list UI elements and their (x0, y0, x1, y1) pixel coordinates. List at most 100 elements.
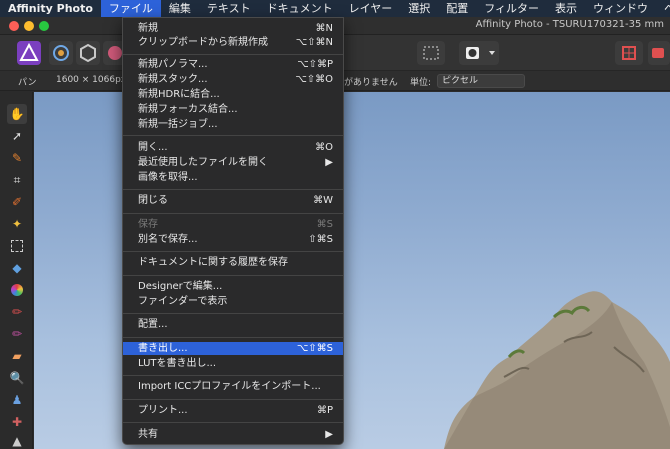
menu-text[interactable]: テキスト (199, 0, 259, 17)
menu-item-label: 画像を取得... (138, 172, 198, 183)
menu-item-new-stack[interactable]: 新規スタック... ⌥⇧⌘O (123, 73, 343, 86)
marquee-toolbar-button[interactable] (417, 41, 445, 65)
menu-separator (123, 313, 343, 314)
assistant-button[interactable] (648, 41, 670, 65)
menu-item-new-focus-merge[interactable]: 新規フォーカス結合... (123, 103, 343, 116)
window-title: Affinity Photo - TSURU170321-35 mm (475, 19, 664, 30)
menu-separator (123, 422, 343, 423)
menu-item-close[interactable]: 閉じる ⌘W (123, 194, 343, 207)
menu-help[interactable]: ヘルプ (656, 0, 670, 17)
file-menu-dropdown: 新規 ⌘N クリップボードから新規作成 ⌥⇧⌘N 新規パノラマ... ⌥⇧⌘P 新規ス… (122, 17, 344, 445)
menu-item-shortcut: ⌥⇧⌘P (297, 59, 333, 70)
quick-mask-button[interactable] (459, 41, 499, 65)
eraser-tool[interactable]: ▰ (9, 348, 25, 364)
menu-item-shortcut: ⌥⇧⌘N (295, 37, 333, 48)
menu-item-new-panorama[interactable]: 新規パノラマ... ⌥⇧⌘P (123, 58, 343, 71)
menu-item-shortcut: ⌘S (316, 219, 333, 230)
gradient-icon (11, 284, 23, 296)
submenu-arrow-icon: ▶ (325, 429, 333, 440)
liquify-persona-button[interactable] (49, 41, 73, 65)
menu-item-share[interactable]: 共有 ▶ (123, 428, 343, 441)
menu-window[interactable]: ウィンドウ (585, 0, 656, 17)
menu-item-save-as[interactable]: 別名で保存... ⇧⌘S (123, 233, 343, 246)
menu-item-shortcut: ⌘W (313, 195, 333, 206)
color-picker-icon: ✎ (11, 151, 23, 165)
menu-item-shortcut: ⌥⇧⌘O (295, 74, 333, 85)
menu-item-print[interactable]: プリント... ⌘P (123, 404, 343, 417)
submenu-arrow-icon: ▶ (325, 157, 333, 168)
menu-item-show-in-finder[interactable]: ファインダーで表示 (123, 295, 343, 308)
gradient-tool[interactable] (9, 282, 25, 298)
menu-item-new-batch-job[interactable]: 新規一括ジョブ... (123, 118, 343, 131)
menu-item-open-recent[interactable]: 最近使用したファイルを開く ▶ (123, 156, 343, 169)
menu-layer[interactable]: レイヤー (341, 0, 401, 17)
healing-tool[interactable]: ✚ (9, 414, 25, 430)
menu-item-label: 新規一括ジョブ... (138, 119, 218, 130)
menu-item-new[interactable]: 新規 ⌘N (123, 22, 343, 35)
snapping-button[interactable] (615, 41, 643, 65)
marquee-tool-icon (11, 240, 23, 252)
menu-select[interactable]: 選択 (400, 0, 438, 17)
menu-item-open[interactable]: 開く... ⌘O (123, 141, 343, 154)
menu-item-acquire-image[interactable]: 画像を取得... (123, 171, 343, 184)
menu-item-label: 書き出し... (138, 343, 188, 354)
menu-item-label: ファインダーで表示 (138, 296, 228, 307)
menu-item-new-from-clipboard[interactable]: クリップボードから新規作成 ⌥⇧⌘N (123, 36, 343, 49)
menu-item-export[interactable]: 書き出し... ⌥⇧⌘S (123, 342, 343, 355)
crop-tool[interactable]: ⌗ (9, 172, 25, 188)
unit-label: 単位: (410, 78, 432, 88)
menu-edit[interactable]: 編集 (161, 0, 199, 17)
unit-select[interactable]: ピクセル (437, 74, 525, 88)
menu-filter[interactable]: フィルター (476, 0, 547, 17)
brush-tool[interactable]: ✐ (9, 194, 25, 210)
menu-item-export-lut[interactable]: LUTを書き出し... (123, 357, 343, 370)
close-window-button[interactable] (9, 21, 19, 31)
menu-item-edit-in-designer[interactable]: Designerで編集... (123, 280, 343, 293)
fill-tool[interactable]: ◆ (9, 260, 25, 276)
menu-item-place[interactable]: 配置... (123, 318, 343, 331)
menu-separator (123, 213, 343, 214)
menu-item-shortcut: ⌘P (316, 405, 333, 416)
move-tool[interactable]: ➚ (9, 128, 25, 144)
unit-select-value: ピクセル (442, 76, 479, 86)
magic-wand-tool[interactable]: ✦ (9, 216, 25, 232)
healing-icon: ✚ (11, 415, 23, 429)
liquify-persona-icon (53, 45, 69, 61)
hand-icon: ✋ (9, 107, 25, 121)
menu-item-label: LUTを書き出し... (138, 358, 217, 369)
menu-item-label: Import ICCプロファイルをインポート... (138, 381, 321, 392)
selection-brush-icon: ✏ (11, 327, 23, 341)
menu-separator (123, 399, 343, 400)
paint-brush-tool[interactable]: ✏ (9, 304, 25, 320)
menu-arrange[interactable]: 配置 (438, 0, 476, 17)
app-menu[interactable]: Affinity Photo (0, 0, 101, 17)
menu-item-shortcut: ⇧⌘S (308, 234, 333, 245)
menu-item-import-icc-profile[interactable]: Import ICCプロファイルをインポート... (123, 380, 343, 393)
menu-item-label: 最近使用したファイルを開く (138, 157, 268, 168)
zoom-icon: 🔍 (9, 371, 25, 385)
menu-file[interactable]: ファイル (100, 0, 161, 17)
marquee-tool[interactable] (9, 238, 25, 254)
menu-item-save[interactable]: 保存 ⌘S (123, 218, 343, 231)
stamp-tool[interactable]: ♟ (9, 392, 25, 408)
menu-document[interactable]: ドキュメント (259, 0, 341, 17)
menu-item-label: 閉じる (138, 195, 168, 206)
develop-persona-button[interactable] (76, 41, 100, 65)
menu-item-label: 新規 (138, 23, 158, 34)
menu-item-label: クリップボードから新規作成 (138, 37, 268, 48)
menu-separator (123, 275, 343, 276)
photo-persona-button[interactable] (17, 41, 41, 65)
menu-item-new-hdr-merge[interactable]: 新規HDRに結合... (123, 88, 343, 101)
minimize-window-button[interactable] (24, 21, 34, 31)
color-picker-tool[interactable]: ✎ (9, 150, 25, 166)
menu-item-shortcut: ⌥⇧⌘S (296, 343, 333, 354)
develop-persona-icon (80, 43, 96, 63)
menu-item-save-history[interactable]: ドキュメントに関する履歴を保存 (123, 256, 343, 269)
move-icon: ➚ (11, 129, 23, 143)
menu-view[interactable]: 表示 (547, 0, 585, 17)
sharpen-tool[interactable]: ▲ (9, 433, 25, 449)
maximize-window-button[interactable] (39, 21, 49, 31)
selection-brush-tool[interactable]: ✏ (9, 326, 25, 342)
zoom-tool[interactable]: 🔍 (9, 370, 25, 386)
hand-tool[interactable]: ✋ (7, 104, 27, 124)
